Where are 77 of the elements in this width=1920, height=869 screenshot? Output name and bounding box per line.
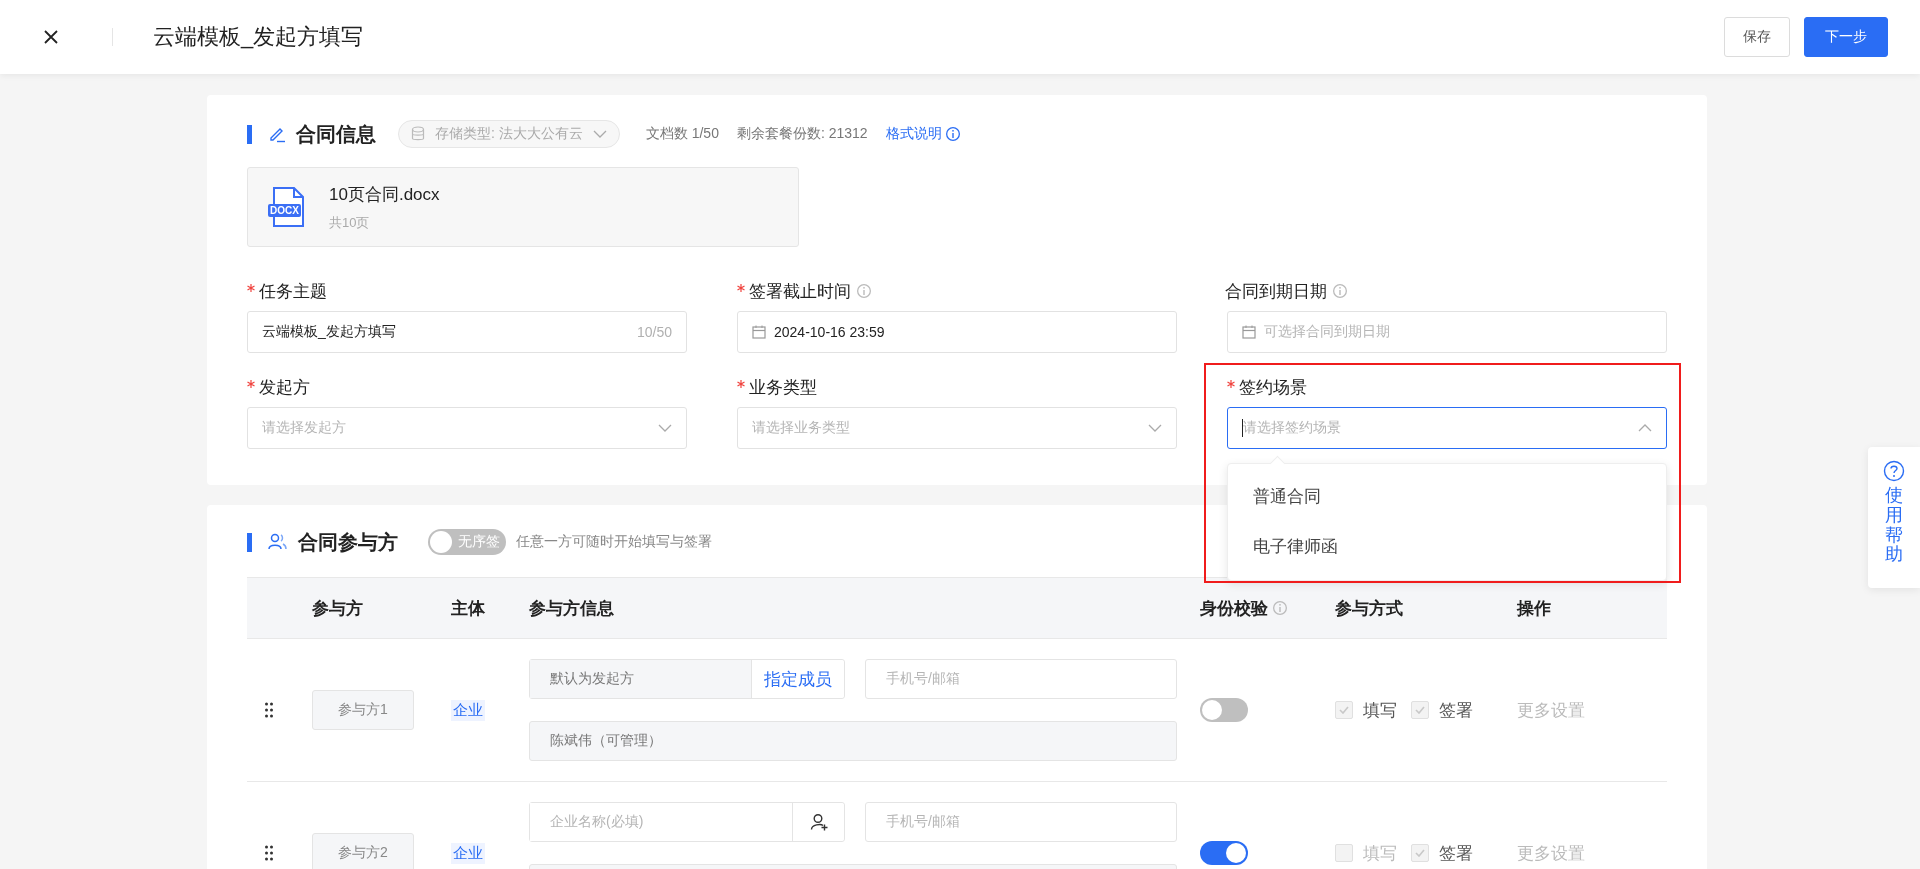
check-icon: [1339, 706, 1349, 714]
calendar-icon: [1242, 325, 1256, 339]
text-field[interactable]: 云端模板_发起方填写 10/50: [247, 311, 687, 353]
section-title: 合同参与方: [298, 529, 398, 555]
asterisk-icon: [737, 380, 745, 388]
page-title: 云端模板_发起方填写: [153, 23, 364, 51]
save-button[interactable]: 保存: [1724, 17, 1790, 57]
help-label: 使用帮助: [1885, 486, 1903, 566]
entity-tag: 企业: [451, 842, 485, 864]
verification-switch[interactable]: [1200, 698, 1248, 722]
character-counter: 10/50: [636, 324, 672, 340]
section-marker: [247, 532, 252, 552]
dropdown-option[interactable]: 普通合同: [1228, 472, 1666, 522]
file-card[interactable]: DOCX 10页合同.docx 共10页: [247, 167, 799, 247]
field-label: 业务类型: [749, 376, 817, 399]
asterisk-icon: [737, 284, 745, 292]
info-icon: [1333, 284, 1347, 298]
text-cursor: [1242, 419, 1243, 437]
entity-tag: 企业: [451, 699, 485, 721]
party-name-field: 参与方1: [312, 690, 414, 730]
field-label: 合同到期日期: [1225, 280, 1327, 303]
drag-handle-icon: [264, 702, 273, 718]
chevron-down-icon: [592, 130, 607, 138]
company-field[interactable]: 默认为发起方 指定成员: [529, 659, 845, 699]
column-header: 身份校验: [1200, 597, 1268, 620]
verification-switch[interactable]: [1200, 841, 1248, 865]
column-header: 参与方信息: [529, 597, 614, 620]
next-button[interactable]: 下一步: [1804, 17, 1888, 57]
column-header: 主体: [451, 597, 485, 620]
chevron-down-icon: [1148, 424, 1162, 432]
add-person-icon: [809, 813, 828, 831]
field-label: 签署截止时间: [749, 280, 851, 303]
column-header: 操作: [1517, 597, 1551, 620]
close-icon: [44, 30, 58, 44]
field-label: 任务主题: [259, 280, 327, 303]
checkbox-label: 签署: [1439, 842, 1473, 865]
check-icon: [1415, 706, 1425, 714]
info-icon: [1273, 601, 1287, 615]
document-count: 文档数 1/50: [645, 125, 719, 143]
info-icon: [857, 284, 871, 298]
dropdown-option[interactable]: 电子律师函: [1228, 522, 1666, 572]
chevron-up-icon: [1638, 424, 1652, 432]
chevron-down-icon: [658, 424, 672, 432]
remaining-count: 剩余套餐份数: 21312: [736, 125, 868, 143]
people-icon: [268, 533, 288, 551]
checkbox[interactable]: [1335, 701, 1353, 719]
asterisk-icon: [1227, 380, 1235, 388]
help-panel[interactable]: 使用帮助: [1868, 447, 1920, 588]
checkbox-label: 填写: [1363, 699, 1397, 722]
database-icon: [411, 126, 425, 142]
field-label: 发起方: [259, 376, 310, 399]
section-marker: [247, 124, 252, 144]
column-header: 参与方式: [1335, 597, 1403, 620]
checkbox[interactable]: [1411, 844, 1429, 862]
checkbox[interactable]: [1335, 844, 1353, 862]
file-name: 10页合同.docx: [329, 183, 440, 206]
column-header: 参与方: [312, 597, 363, 620]
checkbox[interactable]: [1411, 701, 1429, 719]
asterisk-icon: [247, 284, 255, 292]
member-field: 陈斌伟（可管理）: [529, 721, 1177, 761]
help-icon: [1883, 460, 1905, 482]
format-help-link[interactable]: 格式说明: [885, 125, 960, 143]
calendar-icon: [752, 325, 766, 339]
asterisk-icon: [247, 380, 255, 388]
toggle-hint: 任意一方可随时开始填写与签署: [516, 533, 712, 551]
checkbox-label: 签署: [1439, 699, 1473, 722]
info-icon: [945, 127, 960, 141]
field-label: 签约场景: [1239, 376, 1307, 399]
section-title: 合同信息: [296, 121, 376, 147]
party-name-field: 参与方2: [312, 833, 414, 869]
storage-select: 存储类型: 法大大公有云: [398, 120, 620, 148]
page-count: 共10页: [329, 213, 371, 232]
checkbox-label: 填写: [1363, 842, 1397, 865]
drag-handle-icon: [264, 845, 273, 861]
check-icon: [1415, 849, 1425, 857]
date-field[interactable]: 2024-10-16 23:59: [737, 311, 1177, 353]
file-type-badge: DOCX: [268, 204, 301, 217]
